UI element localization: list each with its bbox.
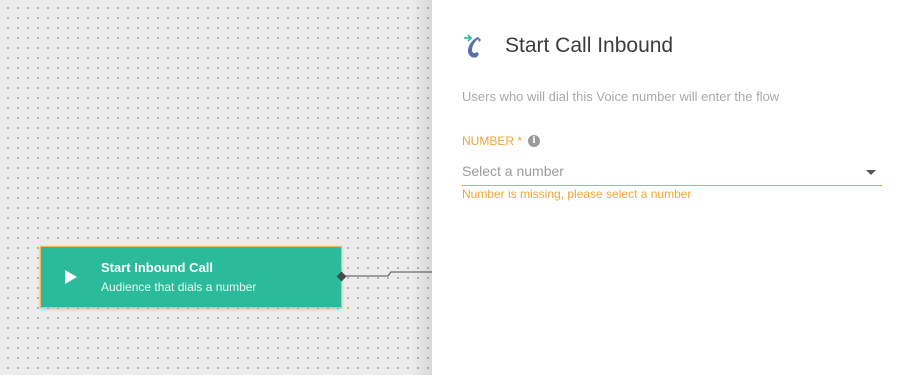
settings-panel: Start Call Inbound Users who will dial t… (432, 0, 912, 375)
info-icon[interactable]: i (528, 135, 541, 147)
number-select[interactable]: Select a number (462, 160, 882, 186)
number-field-label-row: NUMBER * i (462, 134, 541, 148)
chevron-down-icon (866, 170, 876, 175)
node-text: Start Inbound Call Audience that dials a… (101, 260, 256, 295)
panel-header: Start Call Inbound (461, 32, 673, 60)
start-inbound-call-node[interactable]: Start Inbound Call Audience that dials a… (40, 246, 347, 308)
inbound-call-icon (464, 34, 481, 58)
node-subtitle: Audience that dials a number (101, 279, 257, 294)
node-title: Start Inbound Call (101, 259, 213, 275)
play-icon (41, 247, 101, 307)
panel-description: Users who will dial this Voice number wi… (462, 89, 780, 104)
number-field-error: Number is missing, please select a numbe… (462, 187, 692, 201)
panel-title: Start Call Inbound (505, 34, 674, 57)
flow-editor: Start Inbound Call Audience that dials a… (0, 0, 912, 375)
number-select-placeholder: Select a number (462, 163, 564, 179)
canvas-edge-shadow (410, 0, 432, 375)
flow-canvas[interactable]: Start Inbound Call Audience that dials a… (0, 0, 432, 375)
number-field-label: NUMBER * (462, 134, 523, 148)
